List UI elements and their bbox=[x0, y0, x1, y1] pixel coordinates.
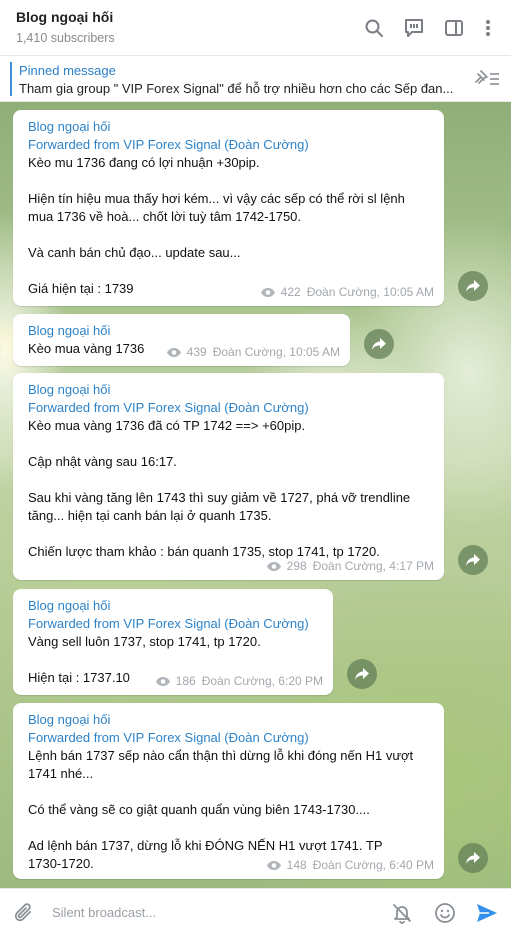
message-bubble: Blog ngoại hối Kèo mua vàng 1736 439 Đoà… bbox=[13, 314, 350, 366]
search-icon[interactable] bbox=[362, 16, 386, 40]
pinned-accent-bar bbox=[10, 62, 12, 96]
message-list[interactable]: Blog ngoại hối Forwarded from VIP Forex … bbox=[0, 102, 511, 888]
share-icon[interactable] bbox=[347, 659, 377, 689]
views-icon bbox=[166, 347, 182, 358]
message-line: Sau khi vàng tăng lên 1743 thì suy giảm … bbox=[28, 490, 411, 505]
message-line: mua 1736 về hoà... chốt lời tuỳ tâm 1742… bbox=[28, 209, 302, 224]
message-signature-time: Đoàn Cường, 6:40 PM bbox=[312, 858, 434, 872]
message-author[interactable]: Blog ngoại hối bbox=[28, 711, 430, 729]
sidebar-toggle-icon[interactable] bbox=[442, 16, 466, 40]
message-signature-time: Đoàn Cường, 4:17 PM bbox=[312, 559, 434, 573]
chat-header: Blog ngoại hối 1,410 subscribers bbox=[0, 0, 511, 56]
share-icon[interactable] bbox=[458, 843, 488, 873]
message-meta: 148 Đoàn Cường, 6:40 PM bbox=[266, 858, 434, 872]
mute-bell-icon[interactable] bbox=[390, 901, 414, 925]
message-signature-time: Đoàn Cường, 6:20 PM bbox=[201, 674, 323, 688]
view-count: 186 bbox=[175, 674, 196, 688]
message-author[interactable]: Blog ngoại hối bbox=[28, 322, 336, 340]
message-meta: 298 Đoàn Cường, 4:17 PM bbox=[266, 559, 434, 573]
message-input[interactable]: Silent broadcast... bbox=[52, 905, 156, 920]
message-line: Ad lệnh bán 1737, dừng lỗ khi ĐÓNG NẾN H… bbox=[28, 838, 383, 853]
pinned-list-icon[interactable] bbox=[473, 68, 501, 91]
message-author[interactable]: Blog ngoại hối bbox=[28, 381, 430, 399]
forwarded-from[interactable]: Forwarded from VIP Forex Signal (Đoàn Cư… bbox=[28, 136, 430, 154]
share-icon[interactable] bbox=[458, 545, 488, 575]
attach-icon[interactable] bbox=[12, 901, 36, 925]
view-count: 439 bbox=[186, 345, 207, 359]
send-icon[interactable] bbox=[475, 901, 499, 925]
views-icon bbox=[266, 561, 282, 572]
forwarded-from[interactable]: Forwarded from VIP Forex Signal (Đoàn Cư… bbox=[28, 729, 430, 747]
pinned-title: Pinned message bbox=[19, 63, 116, 78]
view-count: 298 bbox=[286, 559, 307, 573]
forwarded-from[interactable]: Forwarded from VIP Forex Signal (Đoàn Cư… bbox=[28, 615, 319, 633]
message-author[interactable]: Blog ngoại hối bbox=[28, 118, 430, 136]
views-icon bbox=[266, 860, 282, 871]
message-line: Và canh bán chủ đạo... update sau... bbox=[28, 245, 241, 260]
message-signature-time: Đoàn Cường, 10:05 AM bbox=[212, 345, 340, 359]
view-count: 422 bbox=[280, 285, 301, 299]
message-meta: 439 Đoàn Cường, 10:05 AM bbox=[166, 345, 340, 359]
more-icon[interactable] bbox=[476, 16, 500, 40]
subscriber-count: 1,410 subscribers bbox=[16, 31, 115, 45]
views-icon bbox=[155, 676, 171, 687]
message-author[interactable]: Blog ngoại hối bbox=[28, 597, 319, 615]
message-line: Vàng sell luôn 1737, stop 1741, tp 1720. bbox=[28, 634, 261, 649]
composer: Silent broadcast... bbox=[0, 888, 511, 935]
message-bubble: Blog ngoại hối Forwarded from VIP Forex … bbox=[13, 703, 444, 879]
message-bubble: Blog ngoại hối Forwarded from VIP Forex … bbox=[13, 589, 333, 695]
pinned-message-bar[interactable]: Pinned message Tham gia group " VIP Fore… bbox=[0, 56, 511, 102]
message-line: Lệnh bán 1737 sếp nào cẩn thận thì dừng … bbox=[28, 748, 414, 763]
message-line: Hiện tín hiệu mua thấy hơi kém... vì vậy… bbox=[28, 191, 405, 206]
views-icon bbox=[260, 287, 276, 298]
message-meta: 422 Đoàn Cường, 10:05 AM bbox=[260, 285, 434, 299]
message-line: Có thể vàng sẽ co giật quanh quẩn vùng b… bbox=[28, 802, 370, 817]
share-icon[interactable] bbox=[458, 271, 488, 301]
message-line: tăng... hiện tại canh bán lại ở quanh 17… bbox=[28, 508, 272, 523]
message-line: 1741 nhé... bbox=[28, 766, 94, 781]
forwarded-from[interactable]: Forwarded from VIP Forex Signal (Đoàn Cư… bbox=[28, 399, 430, 417]
share-icon[interactable] bbox=[364, 329, 394, 359]
message-bubble: Blog ngoại hối Forwarded from VIP Forex … bbox=[13, 373, 444, 580]
discussion-icon[interactable] bbox=[402, 16, 426, 40]
message-line: Kèo mua vàng 1736 đã có TP 1742 ==> +60p… bbox=[28, 418, 306, 433]
message-signature-time: Đoàn Cường, 10:05 AM bbox=[306, 285, 434, 299]
emoji-icon[interactable] bbox=[433, 901, 457, 925]
view-count: 148 bbox=[286, 858, 307, 872]
channel-title[interactable]: Blog ngoại hối bbox=[16, 9, 113, 25]
message-bubble: Blog ngoại hối Forwarded from VIP Forex … bbox=[13, 110, 444, 306]
message-line: Kèo mu 1736 đang có lợi nhuận +30pip. bbox=[28, 155, 260, 170]
pinned-text: Tham gia group " VIP Forex Signal" để hỗ… bbox=[19, 81, 454, 96]
message-meta: 186 Đoàn Cường, 6:20 PM bbox=[155, 674, 323, 688]
message-line: Cập nhật vàng sau 16:17. bbox=[28, 454, 177, 469]
